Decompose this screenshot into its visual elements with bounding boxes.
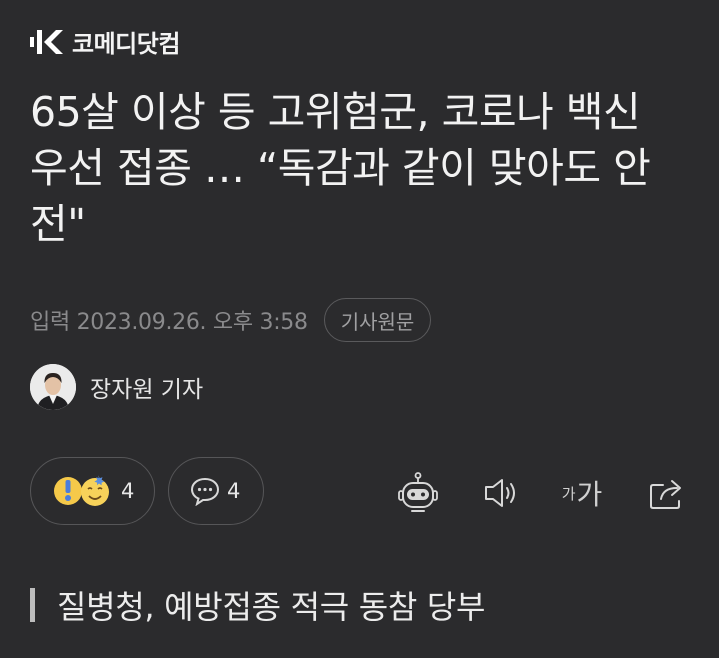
- article-subheading: 질병청, 예방접종 적극 동참 당부: [30, 582, 485, 628]
- comment-button[interactable]: 4: [168, 457, 264, 525]
- article-headline: 65살 이상 등 고위험군, 코로나 백신 우선 접종 … “독감과 같이 맞아…: [30, 88, 651, 248]
- font-size-large-label: 가: [576, 478, 603, 511]
- article-meta: 입력 2023.09.26. 오후 3:58 기사원문: [30, 298, 432, 342]
- reaction-count: 4: [121, 479, 135, 503]
- subheading-text: 질병청, 예방접종 적극 동참 당부: [57, 588, 486, 626]
- reaction-button[interactable]: 4: [30, 457, 155, 525]
- site-logo[interactable]: 코메디닷컴: [30, 24, 180, 59]
- published-date: 입력 2023.09.26. 오후 3:58: [30, 310, 308, 335]
- speaker-icon: [485, 479, 515, 507]
- comment-icon: [190, 477, 220, 506]
- font-size-small-label: 가: [561, 484, 576, 503]
- subheading-bar: [30, 588, 35, 622]
- author-name: 장자원 기자: [90, 377, 204, 403]
- summary-bot-button[interactable]: [395, 470, 441, 516]
- kormedi-logo-icon: [30, 29, 63, 54]
- original-article-button[interactable]: 기사원문: [323, 298, 432, 342]
- font-size-button[interactable]: 가가: [557, 470, 607, 516]
- text-to-speech-button[interactable]: [478, 470, 524, 516]
- robot-icon: [398, 472, 438, 512]
- author-avatar: [30, 364, 76, 410]
- smile-emoji-icon: [81, 475, 109, 506]
- surprised-emoji-icon: [54, 477, 82, 505]
- reaction-emoji-icon: [54, 475, 109, 506]
- author-info[interactable]: 장자원 기자: [30, 364, 203, 410]
- share-icon: [650, 480, 681, 509]
- brand-name: 코메디닷컴: [72, 30, 180, 58]
- comment-count: 4: [227, 479, 241, 503]
- share-button[interactable]: [644, 470, 690, 516]
